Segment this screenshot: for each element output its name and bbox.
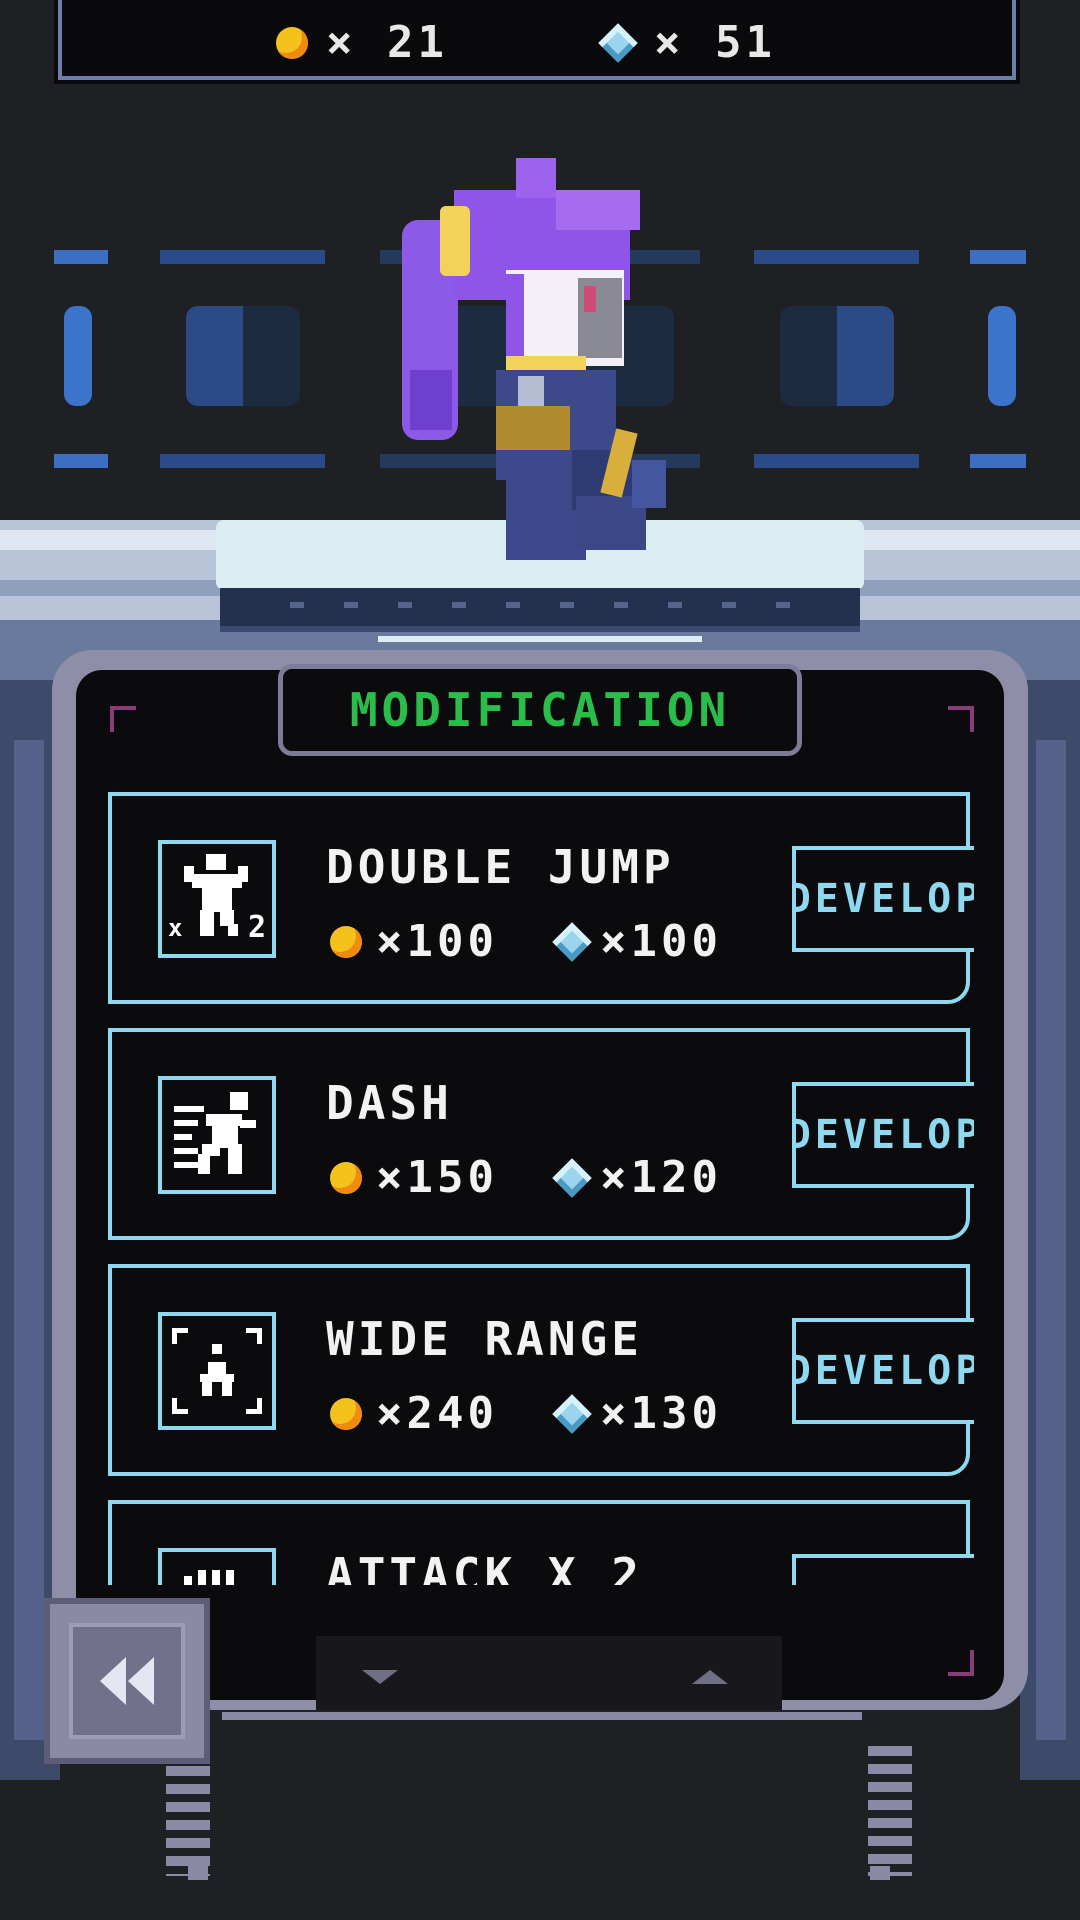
develop-button[interactable]: DEVELOP (792, 1318, 974, 1424)
gem-cost: ×130 (552, 1388, 722, 1439)
attack-icon (158, 1548, 276, 1585)
list-item-attack: ATTACK X 2 (108, 1500, 974, 1585)
gem-icon (552, 1157, 592, 1198)
coin-cost: ×240 (330, 1388, 498, 1439)
gem-counter: × 51 (598, 17, 776, 68)
develop-button[interactable] (792, 1554, 974, 1585)
support-leg (868, 1746, 912, 1876)
gem-icon (598, 22, 638, 63)
arrow-down-icon (362, 1670, 398, 1684)
currency-bar (58, 0, 1016, 80)
coin-icon (330, 1161, 362, 1194)
item-name: ATTACK X 2 (326, 1548, 643, 1585)
coin-cost: ×150 (330, 1152, 498, 1203)
double-jump-icon: x 2 (158, 840, 276, 958)
support-leg (166, 1766, 210, 1876)
scroll-up-button[interactable] (686, 1664, 734, 1690)
character-avatar (396, 150, 676, 560)
panel-title: MODIFICATION (349, 683, 731, 737)
corner-decoration (948, 706, 974, 732)
gem-icon (552, 1393, 592, 1434)
item-name: DASH (326, 1076, 453, 1130)
panel-title-plate: MODIFICATION (278, 664, 802, 756)
coin-icon (276, 26, 308, 59)
gem-cost: ×100 (552, 916, 722, 967)
develop-button[interactable]: DEVELOP (792, 846, 974, 952)
list-item-wide-range: WIDE RANGE ×240 ×130 DEVELOP (108, 1264, 974, 1476)
arrow-up-icon (692, 1670, 728, 1684)
coin-icon (330, 1397, 362, 1430)
list-item-double-jump: x 2 DOUBLE JUMP ×100 ×100 DEVELOP (108, 792, 974, 1004)
coin-cost: ×100 (330, 916, 498, 967)
modification-list[interactable]: x 2 DOUBLE JUMP ×100 ×100 DEVELOP DASH ×… (100, 780, 980, 1585)
item-name: DOUBLE JUMP (326, 840, 675, 894)
rewind-icon (100, 1657, 154, 1705)
back-button[interactable] (44, 1598, 210, 1764)
gem-cost: ×120 (552, 1152, 722, 1203)
corner-decoration (110, 706, 136, 732)
wide-range-icon (158, 1312, 276, 1430)
dash-icon (158, 1076, 276, 1194)
coin-counter: × 21 (276, 17, 448, 68)
item-name: WIDE RANGE (326, 1312, 643, 1366)
corner-decoration (948, 1650, 974, 1676)
develop-button[interactable]: DEVELOP (792, 1082, 974, 1188)
list-item-dash: DASH ×150 ×120 DEVELOP (108, 1028, 974, 1240)
gem-icon (552, 921, 592, 962)
scroll-down-button[interactable] (356, 1664, 404, 1690)
coin-icon (330, 925, 362, 958)
